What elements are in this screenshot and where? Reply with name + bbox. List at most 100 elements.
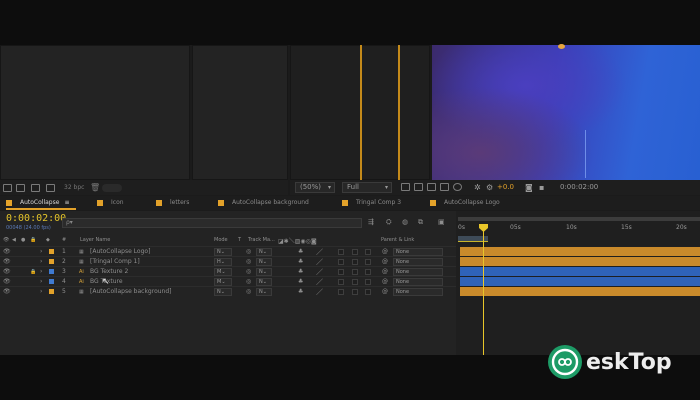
color-channel-icon[interactable]	[453, 183, 462, 191]
switch-checkbox[interactable]	[365, 259, 371, 265]
layer-search-input[interactable]: ρ▾	[62, 218, 362, 228]
mode-header[interactable]: Mode	[214, 237, 228, 243]
switch-checkbox[interactable]	[338, 259, 344, 265]
mode-dropdown[interactable]: H⌄	[214, 258, 232, 266]
comp-flowchart-icon[interactable]: ⇶	[368, 218, 378, 227]
bit-depth-label[interactable]: 32 bpc	[64, 184, 84, 191]
composition-viewer[interactable]	[432, 45, 700, 180]
playhead-line[interactable]	[483, 225, 484, 355]
exposure-icon[interactable]: ⚙	[486, 183, 493, 192]
parent-dropdown[interactable]: None	[393, 248, 443, 256]
pick-whip-icon[interactable]: @	[382, 287, 388, 297]
project-slider[interactable]	[102, 184, 122, 192]
label-column-icon[interactable]: ◆	[46, 237, 50, 243]
guides-icon[interactable]	[440, 183, 449, 191]
table-row[interactable]: 👁 › 1 ▦ [AutoCollapse Logo] N⌄ ◎ N⌄ ♣ ／ …	[0, 246, 456, 256]
track-matte-header[interactable]: Track Ma...	[248, 237, 275, 243]
layer-name[interactable]: [AutoCollapse background]	[90, 287, 172, 297]
new-comp-icon[interactable]	[31, 184, 40, 192]
switch-checkbox[interactable]	[338, 279, 344, 285]
switch-checkbox[interactable]	[365, 249, 371, 255]
tab-autocollapse-background[interactable]: AutoCollapse background	[218, 196, 309, 210]
switch-checkbox[interactable]	[352, 289, 358, 295]
motion-blur-icon[interactable]: ◍	[402, 218, 412, 227]
table-row[interactable]: 👁 › 5 ▦ [AutoCollapse background] N⌄ ◎ N…	[0, 286, 456, 296]
switch-checkbox[interactable]	[338, 269, 344, 275]
layer-name-header[interactable]: Layer Name	[80, 237, 110, 243]
transparency-grid-icon[interactable]	[414, 183, 423, 191]
mode-dropdown[interactable]: N⌄	[214, 248, 232, 256]
switch-checkbox[interactable]	[365, 269, 371, 275]
track-matte-dropdown[interactable]: N⌄	[256, 288, 272, 296]
switch-checkbox[interactable]	[365, 279, 371, 285]
switch-checkbox[interactable]	[352, 249, 358, 255]
audio-switch-icon[interactable]: ◀	[12, 237, 16, 243]
layer-duration-bar[interactable]	[460, 287, 700, 296]
switch-checkbox[interactable]	[352, 279, 358, 285]
parent-dropdown[interactable]: None	[393, 278, 443, 286]
graph-editor-icon[interactable]: ▣	[438, 218, 448, 227]
switch-checkbox[interactable]	[365, 289, 371, 295]
show-snapshot-icon[interactable]: ▪	[539, 183, 544, 192]
current-time-display[interactable]: 0:00:02:00	[6, 213, 66, 224]
frame-blending-icon[interactable]: ⧉	[418, 218, 428, 227]
video-switch-icon[interactable]: 👁	[3, 237, 9, 243]
viewer-timecode[interactable]: 0:00:02:00	[560, 183, 598, 191]
exposure-value[interactable]: +0.0	[497, 183, 514, 191]
snapshot-icon[interactable]: ◙	[525, 183, 533, 192]
track-matte-dropdown[interactable]: N⌄	[256, 258, 272, 266]
switches-header-icons[interactable]: ◪✱＼▨◉◎◙	[278, 236, 317, 245]
region-of-interest-icon[interactable]	[401, 183, 410, 191]
project-settings-icon[interactable]	[46, 184, 55, 192]
tab-icon[interactable]: Icon	[97, 196, 124, 210]
switch-checkbox[interactable]	[352, 259, 358, 265]
mode-dropdown[interactable]: M⌄	[214, 278, 232, 286]
mode-dropdown[interactable]: M⌄	[214, 268, 232, 276]
layer-number-header[interactable]: #	[62, 237, 66, 243]
trkmat-t-header[interactable]: T	[238, 237, 241, 243]
track-matte-dropdown[interactable]: N⌄	[256, 268, 272, 276]
parent-dropdown[interactable]: None	[393, 258, 443, 266]
label-color-swatch[interactable]	[49, 259, 54, 264]
table-row[interactable]: 👁 › 4 Ai BG Texture M⌄ ◎ N⌄ ♣ ／ @ None	[0, 276, 456, 286]
table-row[interactable]: 👁 › 2 ▦ [Tringal Comp 1] H⌄ ◎ N⌄ ♣ ／ @ N…	[0, 256, 456, 266]
layer-duration-bar[interactable]	[460, 267, 700, 276]
table-row[interactable]: 👁 🔒 › 3 Ai BG Texture 2 M⌄ ◎ N⌄ ♣ ／ @ No…	[0, 266, 456, 276]
tab-autocollapse-logo[interactable]: AutoCollapse Logo	[430, 196, 500, 210]
mask-visibility-icon[interactable]	[427, 183, 436, 191]
fast-preview-icon[interactable]: ✲	[474, 183, 481, 192]
eye-icon[interactable]: 👁	[3, 287, 11, 297]
layer-duration-bar[interactable]	[460, 277, 700, 286]
track-matte-dropdown[interactable]: N⌄	[256, 278, 272, 286]
label-color-swatch[interactable]	[49, 249, 54, 254]
layer-duration-bar[interactable]	[460, 247, 700, 256]
tab-letters[interactable]: letters	[156, 196, 189, 210]
resolution-dropdown[interactable]: Full ▾	[342, 182, 392, 193]
switch-checkbox[interactable]	[338, 249, 344, 255]
switch-checkbox[interactable]	[338, 289, 344, 295]
track-matte-dropdown[interactable]: N⌄	[256, 248, 272, 256]
parent-dropdown[interactable]: None	[393, 288, 443, 296]
label-color-swatch[interactable]	[49, 289, 54, 294]
time-ruler[interactable]: 0s 05s 10s 15s 20s	[456, 224, 700, 236]
tab-tringal-comp-3[interactable]: Tringal Comp 3	[342, 196, 401, 210]
draft-3d-icon[interactable]: ⛭	[386, 218, 396, 227]
parent-link-header[interactable]: Parent & Link	[381, 237, 414, 243]
trash-icon[interactable]: 🗑	[90, 183, 100, 192]
magnification-dropdown[interactable]: (50%) ▾	[295, 182, 335, 193]
work-area-bar[interactable]	[458, 217, 700, 221]
solo-switch-icon[interactable]: ●	[21, 237, 25, 243]
label-color-swatch[interactable]	[49, 269, 54, 274]
tab-menu-icon[interactable]: ≡	[64, 199, 69, 206]
layer-duration-bar[interactable]	[460, 257, 700, 266]
mode-dropdown[interactable]: N⌄	[214, 288, 232, 296]
expand-arrow-icon[interactable]: ›	[40, 287, 42, 297]
shy-icon[interactable]: ♣	[298, 287, 303, 297]
parent-dropdown[interactable]: None	[393, 268, 443, 276]
quality-icon[interactable]: ／	[316, 287, 323, 297]
lock-switch-icon[interactable]: 🔒	[30, 237, 36, 243]
label-color-swatch[interactable]	[49, 279, 54, 284]
new-folder-icon[interactable]	[16, 184, 25, 192]
interpret-footage-icon[interactable]	[3, 184, 12, 192]
switch-checkbox[interactable]	[352, 269, 358, 275]
